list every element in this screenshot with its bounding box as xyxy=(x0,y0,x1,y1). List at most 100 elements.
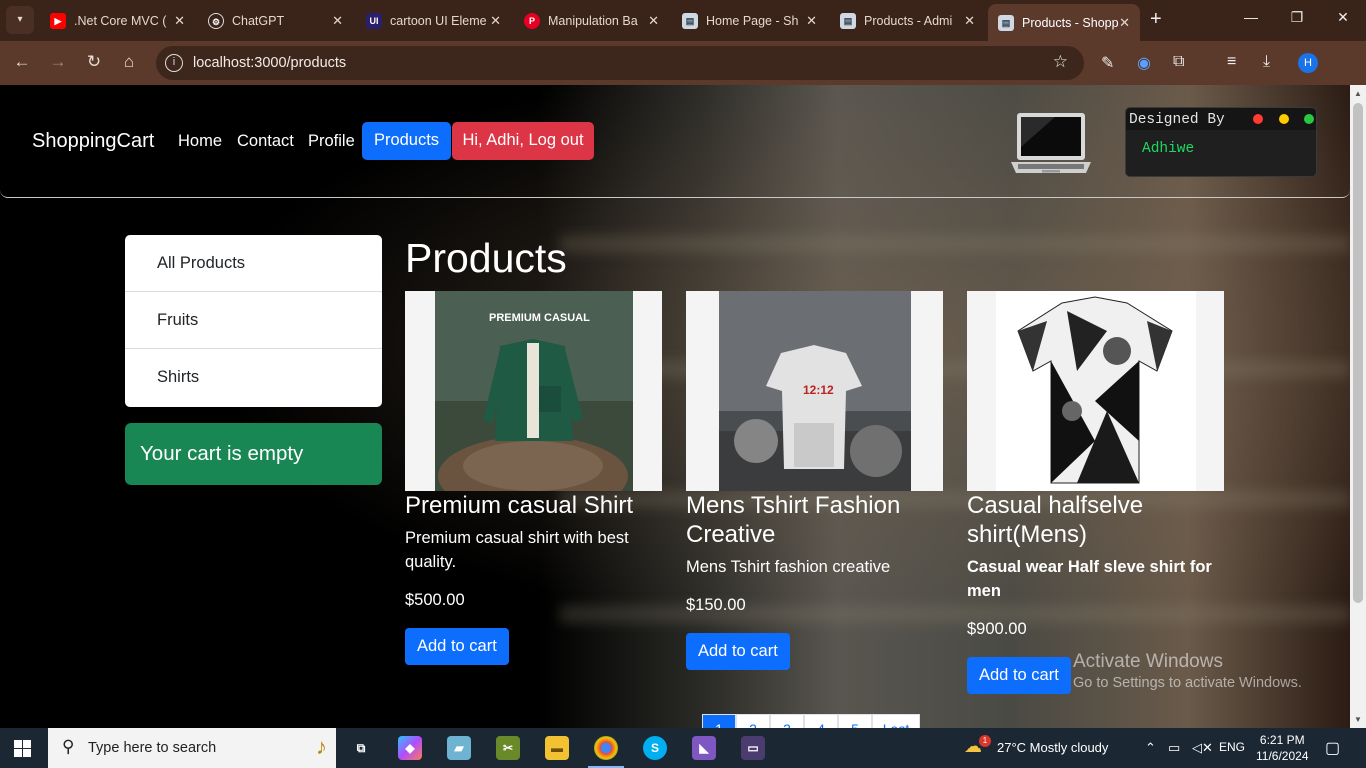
site-brand[interactable]: ShoppingCart xyxy=(32,130,154,153)
close-tab-icon[interactable]: ✕ xyxy=(332,13,343,29)
scroll-down-icon[interactable]: ▼ xyxy=(1354,715,1362,724)
laptop-icon xyxy=(1011,113,1091,173)
volume-muted-icon[interactable]: ◁✕ xyxy=(1192,740,1213,756)
page-2-button[interactable]: 2 xyxy=(736,714,770,728)
downloads-icon[interactable]: ⤓ xyxy=(1263,53,1270,71)
chrome-icon[interactable] xyxy=(588,736,624,768)
taskbar-search-placeholder: Type here to search xyxy=(88,740,217,756)
network-icon[interactable]: ▭ xyxy=(1168,740,1180,756)
activate-title: Activate Windows xyxy=(1073,651,1223,672)
browser-tab[interactable]: ⚙ ChatGPT ✕ xyxy=(198,5,353,36)
page-4-button[interactable]: 4 xyxy=(804,714,838,728)
product-image[interactable]: PREMIUM CASUAL xyxy=(405,291,662,491)
skype-icon[interactable]: S xyxy=(643,736,667,760)
category-fruits[interactable]: Fruits xyxy=(125,292,382,349)
terminal-app-icon[interactable]: ▭ xyxy=(741,736,765,760)
close-tab-icon[interactable]: ✕ xyxy=(806,13,817,29)
home-icon[interactable]: ⌂ xyxy=(118,52,140,72)
page-last-button[interactable]: Last xyxy=(872,714,920,728)
restore-icon[interactable]: ❐ xyxy=(1274,9,1320,26)
bookmark-star-icon[interactable]: ☆ xyxy=(1053,52,1068,72)
pinterest-icon: P xyxy=(524,12,540,29)
language-indicator[interactable]: ENG xyxy=(1219,740,1245,754)
category-all-products[interactable]: All Products xyxy=(125,235,382,292)
site-info-icon[interactable]: i xyxy=(165,54,183,72)
nav-products-button[interactable]: Products xyxy=(362,122,451,160)
taskbar-search-box[interactable]: ⚲ Type here to search ♪ xyxy=(48,728,336,768)
copilot-icon[interactable]: ◆ xyxy=(398,736,422,760)
file-explorer-icon[interactable]: ▬ xyxy=(545,736,569,760)
product-image[interactable]: 12:12 xyxy=(686,291,943,491)
close-tab-icon[interactable]: ✕ xyxy=(648,13,659,29)
product-description: Casual wear Half sleve shirt for men xyxy=(967,558,1212,600)
windows-start-icon[interactable] xyxy=(14,740,31,757)
add-to-cart-button[interactable]: Add to cart xyxy=(405,628,509,665)
nav-contact-link[interactable]: Contact xyxy=(237,132,294,151)
product-title: Casual halfselve shirt(Mens) xyxy=(967,492,1144,548)
activate-windows-watermark: Activate Windows Go to Settings to activ… xyxy=(1073,651,1302,691)
new-tab-icon[interactable]: + xyxy=(1150,8,1162,31)
app-icon[interactable]: ▰ xyxy=(447,736,471,760)
visual-studio-icon[interactable]: ◣ xyxy=(692,736,716,760)
browser-tab[interactable]: ▤ Products - Admi ✕ xyxy=(830,5,985,36)
product-description: Mens Tshirt fashion creative xyxy=(686,558,891,576)
site-navbar: ShoppingCart Home Contact Profile Produc… xyxy=(0,85,1350,198)
taskbar-clock[interactable]: 6:21 PM 11/6/2024 xyxy=(1256,732,1309,764)
product-image[interactable] xyxy=(967,291,1224,491)
close-tab-icon[interactable]: ✕ xyxy=(174,13,185,29)
youtube-icon: ▶ xyxy=(50,12,66,29)
product-card: Casual halfselve shirt(Mens) Casual wear… xyxy=(967,291,1224,694)
extension-globe-icon[interactable]: ◉ xyxy=(1137,53,1151,73)
product-title: Mens Tshirt Fashion Creative xyxy=(686,492,901,548)
logout-button[interactable]: Hi, Adhi, Log out xyxy=(452,122,594,160)
extensions-puzzle-icon[interactable]: ⧉ xyxy=(1173,53,1184,71)
page-1-button[interactable]: 1 xyxy=(702,714,736,728)
close-window-icon[interactable]: ✕ xyxy=(1320,9,1366,26)
tab-title: .Net Core MVC ( xyxy=(74,13,167,28)
media-queue-icon[interactable]: ≡ xyxy=(1227,53,1236,71)
scrollbar-thumb[interactable] xyxy=(1353,103,1363,603)
yellow-dot-icon xyxy=(1279,114,1289,124)
product-price: $900.00 xyxy=(967,620,1027,638)
close-tab-icon[interactable]: ✕ xyxy=(964,13,975,29)
page-3-button[interactable]: 3 xyxy=(770,714,804,728)
category-shirts[interactable]: Shirts xyxy=(125,349,382,406)
product-price: $150.00 xyxy=(686,596,746,614)
weather-text[interactable]: 27°C Mostly cloudy xyxy=(997,740,1108,755)
tray-chevron-icon[interactable]: ⌃ xyxy=(1145,740,1156,756)
tab-title: cartoon UI Eleme xyxy=(390,13,487,28)
designed-by-label: Designed By xyxy=(1129,112,1225,128)
browser-tab[interactable]: ▤ Home Page - Sh ✕ xyxy=(672,5,827,36)
notifications-icon[interactable]: ▢ xyxy=(1325,738,1340,758)
url-text[interactable]: localhost:3000/products xyxy=(193,55,346,71)
browser-tab[interactable]: UI cartoon UI Eleme ✕ xyxy=(356,5,511,36)
nav-profile-link[interactable]: Profile xyxy=(308,132,355,151)
ui-icon: UI xyxy=(366,12,382,29)
windows-taskbar: ⚲ Type here to search ♪ ⧉ ◆ ▰ ✂ ▬ S ◣ ▭ … xyxy=(0,728,1366,768)
browser-tab[interactable]: P Manipulation Ba ✕ xyxy=(514,5,669,36)
browser-tab[interactable]: ▶ .Net Core MVC ( ✕ xyxy=(40,5,195,36)
profile-avatar[interactable]: H xyxy=(1298,53,1318,73)
task-view-icon[interactable]: ⧉ xyxy=(349,736,373,760)
page-5-button[interactable]: 5 xyxy=(838,714,872,728)
tab-title: Home Page - Sh xyxy=(706,13,799,28)
back-icon[interactable]: ← xyxy=(11,52,33,72)
reload-icon[interactable]: ↻ xyxy=(83,52,105,72)
forward-icon[interactable]: → xyxy=(47,52,69,72)
add-to-cart-button[interactable]: Add to cart xyxy=(967,657,1071,694)
minimize-icon[interactable]: — xyxy=(1228,9,1274,25)
snipping-icon[interactable]: ✂ xyxy=(496,736,520,760)
page-title: Products xyxy=(405,235,567,281)
close-tab-icon[interactable]: ✕ xyxy=(490,13,501,29)
page-scrollbar[interactable]: ▲ ▼ xyxy=(1350,85,1366,728)
close-tab-icon[interactable]: ✕ xyxy=(1119,15,1130,31)
scroll-up-icon[interactable]: ▲ xyxy=(1354,89,1362,98)
nav-home-link[interactable]: Home xyxy=(178,132,222,151)
add-to-cart-button[interactable]: Add to cart xyxy=(686,633,790,670)
browser-tab-active[interactable]: ▤ Products - Shopp ✕ xyxy=(988,4,1140,41)
search-highlight-icon: ♪ xyxy=(316,734,327,759)
tab-search-button[interactable]: ▾ xyxy=(6,6,34,34)
page-viewport: ShoppingCart Home Contact Profile Produc… xyxy=(0,85,1350,728)
eyedropper-icon[interactable]: ✎ xyxy=(1101,53,1114,73)
address-bar[interactable]: i localhost:3000/products ☆ xyxy=(156,46,1084,80)
